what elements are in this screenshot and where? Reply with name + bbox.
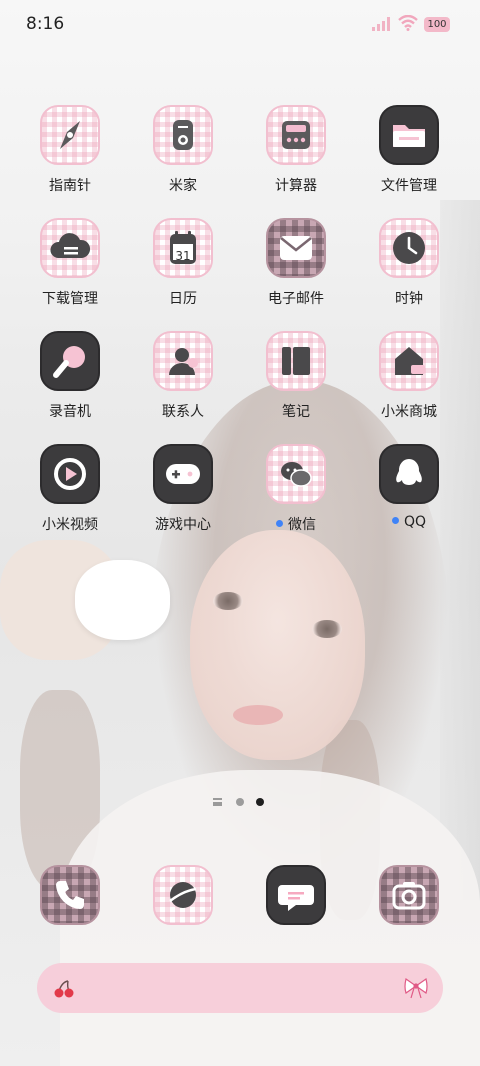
notes-icon (266, 331, 326, 391)
app-email[interactable]: 电子邮件 (246, 218, 346, 308)
video-play-icon (40, 444, 100, 504)
app-recorder[interactable]: 录音机 (20, 331, 120, 421)
app-notes[interactable]: 笔记 (246, 331, 346, 421)
gamepad-icon (153, 444, 213, 504)
app-label: 计算器 (275, 178, 317, 194)
contacts-icon (153, 331, 213, 391)
app-label: 时钟 (395, 291, 423, 307)
browser-icon (153, 865, 213, 925)
app-calendar[interactable]: 31 日历 (133, 218, 233, 308)
clock-icon (379, 218, 439, 278)
wallpaper-eye (213, 592, 243, 610)
app-compass[interactable]: 指南针 (20, 105, 120, 195)
wallpaper-bun-toy (75, 560, 170, 640)
store-icon (379, 331, 439, 391)
app-qq[interactable]: QQ (359, 444, 459, 530)
app-download-manager[interactable]: 下载管理 (20, 218, 120, 308)
app-file-manager[interactable]: 文件管理 (359, 105, 459, 195)
app-label: 小米商城 (381, 404, 437, 420)
wifi-icon (398, 15, 418, 31)
page-dot-active (256, 798, 264, 806)
app-label-text: 微信 (288, 517, 316, 533)
app-label: 游戏中心 (155, 517, 211, 533)
dock-phone[interactable] (20, 865, 120, 925)
calendar-date: 31 (175, 249, 191, 263)
app-label: 微信 (246, 514, 346, 534)
app-label: 文件管理 (381, 178, 437, 194)
dock-browser[interactable] (133, 865, 233, 925)
camera-icon (379, 865, 439, 925)
wallpaper-eye (312, 620, 342, 638)
app-label-text: QQ (403, 514, 427, 530)
calendar-icon: 31 (153, 218, 213, 278)
status-time: 8:16 (26, 14, 65, 34)
phone-icon (40, 865, 100, 925)
recorder-icon (40, 331, 100, 391)
calculator-icon (266, 105, 326, 165)
mijia-icon (153, 105, 213, 165)
bow-icon (404, 978, 428, 999)
cloud-download-icon (40, 218, 100, 278)
mail-icon (266, 218, 326, 278)
message-icon (266, 865, 326, 925)
app-contacts[interactable]: 联系人 (133, 331, 233, 421)
wallpaper-lips (233, 705, 283, 725)
app-label: QQ (359, 514, 459, 530)
app-wechat[interactable]: 微信 (246, 444, 346, 534)
app-label: 下载管理 (42, 291, 98, 307)
cherry-icon (54, 980, 74, 998)
dock-messages[interactable] (246, 865, 346, 925)
app-mi-store[interactable]: 小米商城 (359, 331, 459, 421)
status-bar: 8:16 100 (0, 0, 480, 50)
app-label: 电子邮件 (268, 291, 324, 307)
qq-icon (379, 444, 439, 504)
folder-icon (379, 105, 439, 165)
app-label: 日历 (169, 291, 197, 307)
app-mi-video[interactable]: 小米视频 (20, 444, 120, 534)
page-indicator-menu (213, 798, 222, 806)
app-label: 联系人 (162, 404, 204, 420)
battery-indicator: 100 (424, 17, 450, 32)
new-notification-dot (391, 516, 399, 524)
app-clock[interactable]: 时钟 (359, 218, 459, 308)
app-label: 小米视频 (42, 517, 98, 533)
page-indicator[interactable] (213, 797, 273, 809)
app-calculator[interactable]: 计算器 (246, 105, 346, 195)
wechat-icon (266, 444, 326, 504)
signal-icon (372, 17, 390, 31)
app-label: 录音机 (49, 404, 91, 420)
dock-camera[interactable] (359, 865, 459, 925)
compass-icon (40, 105, 100, 165)
new-notification-dot (276, 519, 283, 527)
search-bar[interactable] (37, 963, 443, 1013)
wallpaper-face (190, 530, 365, 760)
app-label: 笔记 (282, 404, 310, 420)
page-dot (236, 798, 244, 806)
app-mijia[interactable]: 米家 (133, 105, 233, 195)
app-label: 指南针 (49, 178, 91, 194)
app-game-center[interactable]: 游戏中心 (133, 444, 233, 534)
app-label: 米家 (169, 178, 197, 194)
